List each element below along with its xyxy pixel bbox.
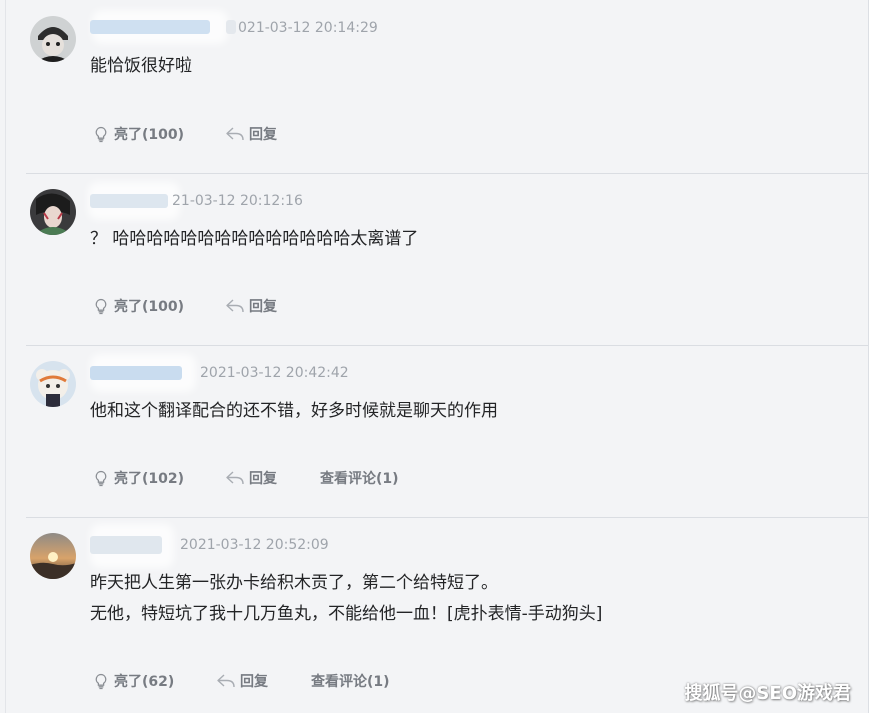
comment-text: 昨天把人生第一张办卡给积木贡了，第二个给特短了。 无他，特短坑了我十几万鱼丸，不… bbox=[90, 569, 602, 628]
like-button[interactable]: 亮了(100) bbox=[92, 123, 184, 145]
comment-3: 2021-03-12 20:42:42 他和这个翻译配合的还不错，好多时候就是聊… bbox=[6, 346, 868, 518]
comment-text-line: ？ 哈哈哈哈哈哈哈哈哈哈哈哈哈哈太离谱了 bbox=[90, 229, 419, 249]
comment-timestamp: 021-03-12 20:14:29 bbox=[238, 20, 378, 36]
like-button[interactable]: 亮了(102) bbox=[92, 467, 184, 489]
comment-1: 021-03-12 20:14:29 能恰饭很好啦 亮了(100) 回复 bbox=[6, 0, 868, 174]
view-replies-label: 查看评论(1) bbox=[311, 674, 390, 690]
username-blurred[interactable] bbox=[90, 366, 182, 380]
view-replies-button[interactable]: 查看评论(1) bbox=[311, 670, 390, 692]
user-avatar[interactable] bbox=[30, 361, 76, 407]
watermark: 搜狐号@SEO游戏君 bbox=[684, 683, 851, 704]
comment-text-line: 他和这个翻译配合的还不错，好多时候就是聊天的作用 bbox=[90, 401, 498, 421]
user-avatar[interactable] bbox=[30, 189, 76, 235]
reply-button[interactable]: 回复 bbox=[225, 295, 277, 317]
like-label: 亮了(62) bbox=[114, 674, 175, 690]
username-blurred[interactable] bbox=[90, 20, 210, 34]
like-label: 亮了(100) bbox=[114, 299, 185, 315]
comment-timestamp: 2021-03-12 20:42:42 bbox=[200, 365, 349, 381]
comment-2: 21-03-12 20:12:16 ？ 哈哈哈哈哈哈哈哈哈哈哈哈哈哈太离谱了 亮… bbox=[6, 174, 868, 346]
lightbulb-icon bbox=[95, 298, 107, 315]
like-label: 亮了(100) bbox=[114, 127, 185, 143]
user-avatar[interactable] bbox=[30, 533, 76, 579]
reply-button[interactable]: 回复 bbox=[216, 670, 268, 692]
like-button[interactable]: 亮了(62) bbox=[92, 670, 174, 692]
username-blurred[interactable] bbox=[90, 194, 168, 208]
comment-timestamp: 21-03-12 20:12:16 bbox=[172, 193, 303, 209]
reply-button[interactable]: 回复 bbox=[225, 123, 277, 145]
comment-text: ？ 哈哈哈哈哈哈哈哈哈哈哈哈哈哈太离谱了 bbox=[90, 225, 418, 253]
lightbulb-icon bbox=[95, 470, 107, 487]
reply-arrow-icon bbox=[226, 127, 244, 141]
comment-text: 能恰饭很好啦 bbox=[90, 52, 192, 80]
like-label: 亮了(102) bbox=[114, 471, 185, 487]
reply-label: 回复 bbox=[249, 127, 277, 143]
reply-arrow-icon bbox=[217, 674, 235, 688]
username-blurred-tail bbox=[226, 20, 236, 34]
view-replies-label: 查看评论(1) bbox=[320, 471, 399, 487]
lightbulb-icon bbox=[95, 673, 107, 690]
like-button[interactable]: 亮了(100) bbox=[92, 295, 184, 317]
lightbulb-icon bbox=[95, 126, 107, 143]
reply-label: 回复 bbox=[240, 674, 268, 690]
view-replies-button[interactable]: 查看评论(1) bbox=[320, 467, 399, 489]
comment-timestamp: 2021-03-12 20:52:09 bbox=[180, 537, 329, 553]
reply-arrow-icon bbox=[226, 299, 244, 313]
reply-arrow-icon bbox=[226, 471, 244, 485]
reply-label: 回复 bbox=[249, 471, 277, 487]
reply-button[interactable]: 回复 bbox=[225, 467, 277, 489]
comment-text-line: 能恰饭很好啦 bbox=[90, 56, 192, 76]
comment-text: 他和这个翻译配合的还不错，好多时候就是聊天的作用 bbox=[90, 397, 498, 425]
comment-list-page: 021-03-12 20:14:29 能恰饭很好啦 亮了(100) 回复 21-… bbox=[0, 0, 869, 713]
comment-text-line-1: 昨天把人生第一张办卡给积木贡了，第二个给特短了。 bbox=[90, 573, 498, 593]
user-avatar[interactable] bbox=[30, 16, 76, 62]
comment-text-line-2: 无他，特短坑了我十几万鱼丸，不能给他一血！[虎扑表情-手动狗头] bbox=[90, 604, 603, 624]
username-blurred[interactable] bbox=[90, 536, 162, 554]
reply-label: 回复 bbox=[249, 299, 277, 315]
